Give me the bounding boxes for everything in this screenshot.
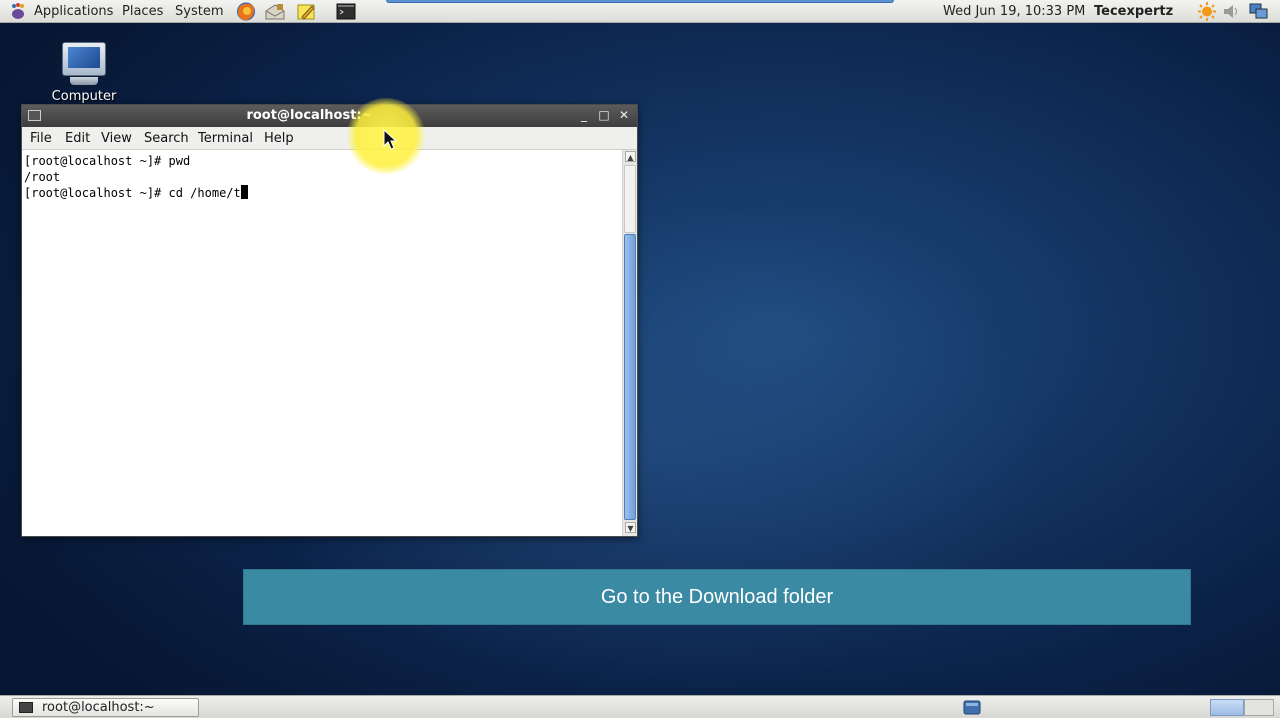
terminal-line: [root@localhost ~]# pwd — [24, 154, 191, 168]
text-cursor — [240, 185, 248, 199]
scrollbar-track[interactable] — [624, 165, 636, 233]
computer-icon-base — [70, 77, 98, 85]
applications-menu[interactable]: Applications — [34, 3, 113, 20]
places-menu[interactable]: Places — [122, 3, 163, 20]
applications-foot-icon — [12, 3, 24, 19]
menu-search[interactable]: Search — [144, 131, 189, 146]
taskbar-item-terminal[interactable]: root@localhost:~ — [12, 698, 199, 717]
computer-icon-label: Computer — [51, 89, 117, 104]
notes-icon[interactable] — [295, 1, 317, 22]
menu-view[interactable]: View — [101, 131, 132, 146]
terminal-icon — [19, 702, 33, 713]
menu-file[interactable]: File — [30, 131, 52, 146]
updates-icon[interactable] — [1197, 2, 1217, 21]
taskbar-item-label: root@localhost:~ — [42, 700, 155, 715]
terminal-titlebar[interactable]: root@localhost:~ _ □ ✕ — [22, 105, 637, 127]
scroll-down-arrow-icon[interactable]: ▼ — [625, 522, 636, 533]
terminal-icon[interactable] — [335, 1, 357, 22]
terminal-line: /root — [24, 170, 61, 184]
mouse-pointer-icon — [383, 129, 398, 150]
menu-terminal[interactable]: Terminal — [198, 131, 253, 146]
trash-applet-icon[interactable] — [962, 699, 982, 716]
scroll-up-arrow-icon[interactable]: ▲ — [625, 151, 636, 162]
user-name[interactable]: Tecexpertz — [1094, 3, 1173, 20]
top-panel: Applications Places System Wed Jun 19, 1… — [0, 0, 1280, 23]
terminal-input-line[interactable]: [root@localhost ~]# cd /home/t — [24, 185, 622, 201]
workspace-indicator — [386, 0, 894, 3]
workspace-1[interactable] — [1210, 699, 1244, 716]
terminal-output[interactable]: [root@localhost ~]# pwd /root [root@loca… — [22, 150, 622, 536]
terminal-line: [root@localhost ~]# cd /home/t — [24, 186, 241, 200]
terminal-menubar: File Edit View Search Terminal Help — [22, 127, 637, 150]
system-menu[interactable]: System — [175, 3, 223, 20]
scrollbar-thumb[interactable] — [624, 234, 636, 520]
bottom-panel: root@localhost:~ — [0, 695, 1280, 718]
computer-icon — [62, 42, 106, 76]
clock[interactable]: Wed Jun 19, 10:33 PM — [943, 3, 1085, 20]
maximize-button[interactable]: □ — [596, 107, 612, 123]
vertical-scrollbar[interactable]: ▲ ▼ — [622, 150, 637, 536]
menu-help[interactable]: Help — [264, 131, 294, 146]
computer-desktop-icon[interactable]: Computer — [50, 42, 118, 104]
firefox-icon[interactable] — [235, 1, 257, 22]
volume-icon[interactable] — [1222, 3, 1240, 20]
close-button[interactable]: ✕ — [616, 107, 632, 123]
menu-edit[interactable]: Edit — [65, 131, 90, 146]
terminal-window[interactable]: root@localhost:~ _ □ ✕ File Edit View Se… — [21, 104, 638, 537]
minimize-button[interactable]: _ — [576, 107, 592, 123]
instruction-banner: Go to the Download folder — [243, 569, 1191, 625]
workspace-2[interactable] — [1244, 699, 1274, 716]
network-icon[interactable] — [1249, 3, 1269, 20]
window-title: root@localhost:~ — [246, 108, 373, 123]
mail-icon[interactable] — [264, 1, 286, 22]
